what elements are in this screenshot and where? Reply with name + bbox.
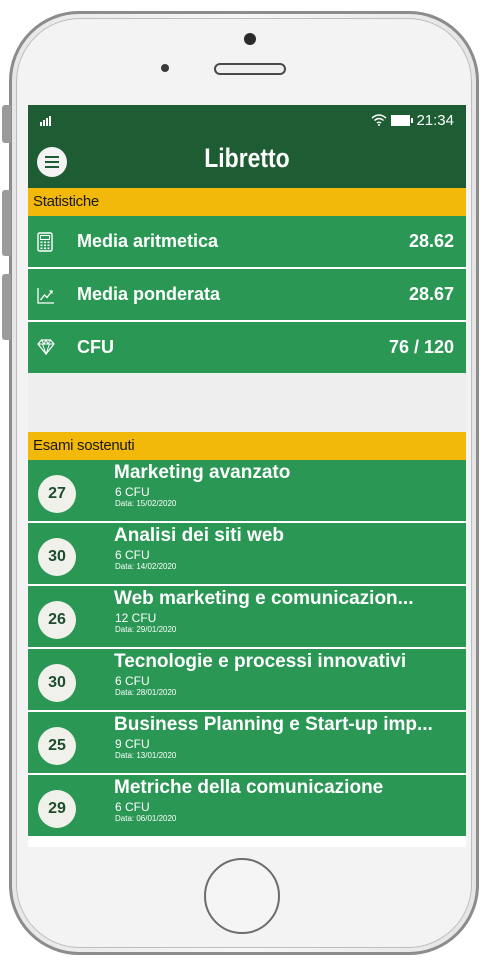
exam-row[interactable]: 30 Tecnologie e processi innovativi 6 CF… [28, 649, 466, 712]
proximity-sensor [161, 64, 169, 72]
diamond-icon [37, 338, 55, 358]
stat-label: CFU [77, 337, 114, 357]
exam-row[interactable]: 29 Metriche della comunicazione 6 CFU Da… [28, 775, 466, 838]
volume-down-button [2, 274, 11, 340]
grade-badge: 26 [38, 601, 76, 639]
status-bar: 21:34 [28, 105, 466, 139]
exam-cfu: 9 CFU [115, 737, 150, 751]
volume-up-button [2, 190, 11, 256]
exam-cfu: 6 CFU [115, 800, 150, 814]
grade-badge: 25 [38, 727, 76, 765]
stats-list: Media aritmetica 28.62 Media ponderata 2… [28, 216, 466, 373]
exams-section-header: Esami sostenuti [28, 432, 466, 460]
battery-icon [391, 115, 414, 126]
chart-line-icon [37, 285, 54, 305]
mute-switch [2, 105, 11, 143]
home-button[interactable] [204, 858, 280, 934]
exam-row[interactable]: 27 Marketing avanzato 6 CFU Data: 15/02/… [28, 460, 466, 523]
exam-cfu: 6 CFU [115, 485, 150, 499]
stat-value: 28.62 [408, 231, 454, 251]
exam-date: Data: 29/01/2020 [115, 625, 177, 634]
grade-badge: 27 [38, 475, 76, 513]
exam-row[interactable]: 30 Analisi dei siti web 6 CFU Data: 14/0… [28, 523, 466, 586]
stat-value: 76 / 120 [388, 337, 454, 357]
stats-section-header: Statistiche [28, 188, 466, 216]
exam-date: Data: 14/02/2020 [115, 562, 177, 571]
wifi-icon [371, 113, 387, 129]
exam-name: Analisi dei siti web [114, 525, 284, 546]
exams-list: 27 Marketing avanzato 6 CFU Data: 15/02/… [28, 460, 466, 838]
stat-row-cfu[interactable]: CFU 76 / 120 [28, 322, 466, 373]
grade-badge: 30 [38, 664, 76, 702]
app-screen: 21:34 Libretto Statistiche Media aritmet… [28, 105, 466, 847]
calculator-icon [37, 231, 53, 252]
exam-cfu: 6 CFU [115, 548, 150, 562]
exam-date: Data: 06/01/2020 [115, 814, 177, 823]
status-time: 21:34 [416, 112, 454, 129]
exam-row[interactable]: 25 Business Planning e Start-up imp... 9… [28, 712, 466, 775]
exam-date: Data: 13/01/2020 [115, 751, 177, 760]
earpiece-speaker [214, 63, 286, 75]
stat-value: 28.67 [408, 284, 454, 304]
page-title: Libretto [204, 143, 290, 173]
exam-cfu: 6 CFU [115, 674, 150, 688]
section-spacer [28, 373, 466, 432]
exam-name: Metriche della comunicazione [114, 777, 384, 798]
hamburger-icon [45, 156, 59, 158]
status-right: 21:34 [371, 112, 454, 129]
stat-label: Media aritmetica [77, 231, 219, 251]
stat-row-media-aritmetica[interactable]: Media aritmetica 28.62 [28, 216, 466, 269]
stat-label: Media ponderata [77, 284, 221, 304]
exam-name: Web marketing e comunicazion... [114, 588, 414, 609]
exam-name: Marketing avanzato [114, 462, 291, 483]
exam-name: Tecnologie e processi innovativi [114, 651, 407, 672]
grade-badge: 30 [38, 538, 76, 576]
exam-name: Business Planning e Start-up imp... [114, 714, 433, 735]
front-camera [244, 33, 256, 45]
signal-icon [40, 116, 51, 126]
exam-date: Data: 15/02/2020 [115, 499, 177, 508]
grade-badge: 29 [38, 790, 76, 828]
exam-date: Data: 28/01/2020 [115, 688, 177, 697]
app-bar: Libretto [28, 139, 466, 188]
exam-row[interactable]: 26 Web marketing e comunicazion... 12 CF… [28, 586, 466, 649]
stat-row-media-ponderata[interactable]: Media ponderata 28.67 [28, 269, 466, 322]
exam-cfu: 12 CFU [115, 611, 157, 625]
